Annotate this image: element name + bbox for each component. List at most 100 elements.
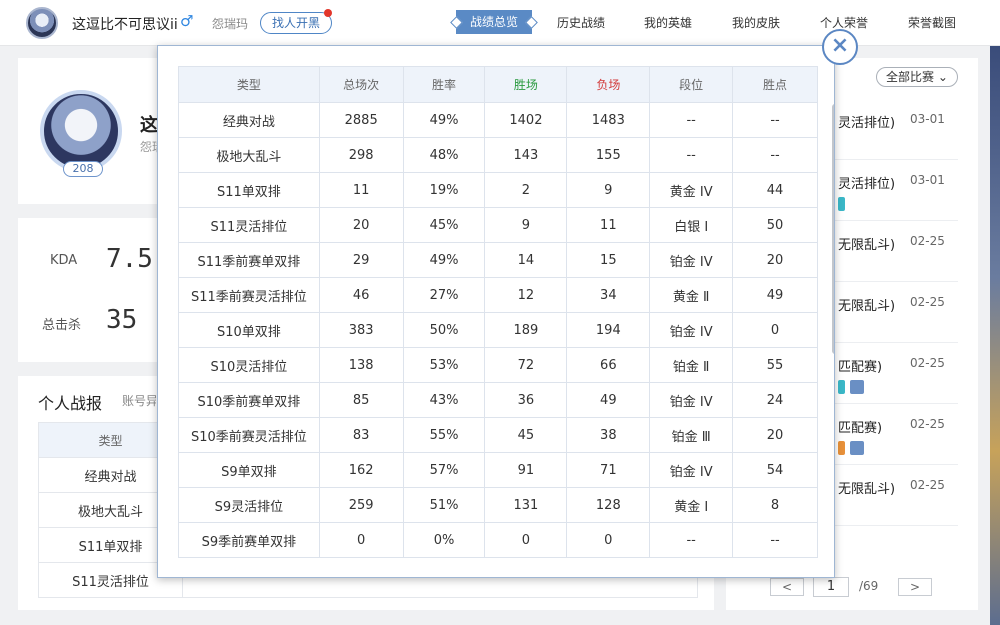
close-icon[interactable]: × bbox=[822, 29, 858, 65]
all-matches-dropdown[interactable]: 全部比赛 ⌄ bbox=[876, 67, 958, 87]
find-teammate-button[interactable]: 找人开黑 bbox=[260, 12, 332, 34]
cell-rank: 黄金 IV bbox=[649, 172, 734, 208]
cell-losses: 0 bbox=[566, 522, 651, 558]
record-overview-modal: 类型 总场次 胜率 胜场 负场 段位 胜点 经典对战 2885 49% 1402 148… bbox=[157, 45, 835, 578]
cell-losses: 49 bbox=[566, 382, 651, 418]
record-title: 个人战报 bbox=[38, 394, 103, 413]
cell-rank: 黄金 Ⅱ bbox=[649, 277, 734, 313]
modal-scroll-area[interactable]: 类型 总场次 胜率 胜场 负场 段位 胜点 经典对战 2885 49% 1402 148… bbox=[178, 66, 818, 566]
cell-type: S11季前赛灵活排位 bbox=[178, 277, 320, 313]
kda-label: KDA bbox=[50, 253, 78, 268]
background-art-strip bbox=[990, 46, 1000, 625]
cell-rank: 铂金 IV bbox=[649, 312, 734, 348]
tag-icon bbox=[838, 380, 845, 394]
tab-match-history[interactable]: 历史战绩 bbox=[557, 14, 605, 31]
cell-wins: 143 bbox=[484, 137, 568, 173]
tab-record-overview[interactable]: 战绩总览 bbox=[456, 10, 532, 34]
table-row: S9灵活排位 259 51% 131 128 黄金 Ⅰ8 bbox=[178, 487, 818, 523]
cell-rank: -- bbox=[649, 522, 734, 558]
column-header-lp: 胜点 bbox=[732, 66, 818, 103]
cell-losses: 128 bbox=[566, 487, 651, 523]
cell-lp: 54 bbox=[732, 452, 818, 488]
next-page-button[interactable]: > bbox=[898, 578, 932, 596]
page-number-input[interactable]: 1 bbox=[813, 577, 849, 597]
tag-icon bbox=[838, 197, 845, 211]
cell-rank: 铂金 IV bbox=[649, 242, 734, 278]
prev-page-button[interactable]: < bbox=[770, 578, 804, 596]
match-mode: 灵活排位) bbox=[838, 177, 896, 192]
cell-wins: 91 bbox=[484, 452, 568, 488]
match-date: 02-25 bbox=[910, 356, 945, 370]
cell-winrate: 55% bbox=[402, 417, 486, 453]
page-total: /69 bbox=[859, 579, 879, 593]
cell-rank: 铂金 IV bbox=[649, 382, 734, 418]
match-mode: 无限乱斗) bbox=[838, 238, 896, 253]
cell-wins: 36 bbox=[484, 382, 568, 418]
tab-my-skins[interactable]: 我的皮肤 bbox=[732, 14, 780, 31]
match-date: 02-25 bbox=[910, 417, 945, 431]
record-subtitle[interactable]: 账号异 bbox=[122, 392, 156, 409]
match-mode: 匹配赛) bbox=[838, 421, 883, 436]
column-header-type: 类型 bbox=[178, 66, 320, 103]
cell-winrate: 49% bbox=[402, 102, 486, 138]
match-date: 02-25 bbox=[910, 295, 945, 309]
cell-type: 极地大乱斗 bbox=[178, 137, 320, 173]
cell-losses: 9 bbox=[566, 172, 651, 208]
player-avatar[interactable] bbox=[26, 7, 58, 39]
cell-lp: 20 bbox=[732, 242, 818, 278]
cell-total: 11 bbox=[318, 172, 404, 208]
cell-type: S11单双排 bbox=[178, 172, 320, 208]
cell-total: 162 bbox=[318, 452, 404, 488]
column-header-rank: 段位 bbox=[649, 66, 734, 103]
cell-total: 85 bbox=[318, 382, 404, 418]
cell-rank: 铂金 Ⅲ bbox=[649, 417, 734, 453]
cell-winrate: 49% bbox=[402, 242, 486, 278]
cell-total: 298 bbox=[318, 137, 404, 173]
stats-table: 类型 总场次 胜率 胜场 负场 段位 胜点 经典对战 2885 49% 1402 148… bbox=[178, 66, 818, 558]
cell-total: 46 bbox=[318, 277, 404, 313]
cell-rank: 白银 Ⅰ bbox=[649, 207, 734, 243]
table-row: 极地大乱斗 298 48% 143 155 -- -- bbox=[178, 137, 818, 173]
cell-total: 20 bbox=[318, 207, 404, 243]
cell-total: 383 bbox=[318, 312, 404, 348]
cell-total: 2885 bbox=[318, 102, 404, 138]
match-date: 02-25 bbox=[910, 478, 945, 492]
cell-winrate: 51% bbox=[402, 487, 486, 523]
modal-scrollbar[interactable] bbox=[832, 104, 834, 354]
cell-winrate: 48% bbox=[402, 137, 486, 173]
table-row: S11季前赛单双排 29 49% 14 15 铂金 IV 20 bbox=[178, 242, 818, 278]
cell-winrate: 27% bbox=[402, 277, 486, 313]
match-mode: 无限乱斗) bbox=[838, 482, 896, 497]
cell-winrate: 45% bbox=[402, 207, 486, 243]
cell-winrate: 53% bbox=[402, 347, 486, 383]
cell-type: S11灵活排位 bbox=[178, 207, 320, 243]
table-row: S10灵活排位 138 53% 72 66 铂金 Ⅱ 55 bbox=[178, 347, 818, 383]
cell-wins: 189 bbox=[484, 312, 568, 348]
male-gender-icon: ♂ bbox=[180, 12, 194, 30]
cell-rank: -- bbox=[649, 102, 734, 138]
player-name: 这逗比不可思议ii bbox=[72, 17, 178, 33]
cell-rank: 铂金 Ⅱ bbox=[649, 347, 734, 383]
cell-losses: 71 bbox=[566, 452, 651, 488]
cell-wins: 45 bbox=[484, 417, 568, 453]
image-icon[interactable] bbox=[850, 441, 864, 455]
cell-losses: 11 bbox=[566, 207, 651, 243]
cell-lp: 24 bbox=[732, 382, 818, 418]
total-kills-value: 35 bbox=[106, 305, 138, 335]
table-row: S11灵活排位 20 45% 9 11 白银 Ⅰ 50 bbox=[178, 207, 818, 243]
level-badge: 208 bbox=[63, 161, 103, 177]
tab-my-heroes[interactable]: 我的英雄 bbox=[644, 14, 692, 31]
table-row: S11季前赛灵活排位 46 27% 12 34 黄金 Ⅱ 49 bbox=[178, 277, 818, 313]
tab-honor-screenshots[interactable]: 荣誉截图 bbox=[908, 14, 956, 31]
table-row: S10季前赛灵活排位 83 55% 45 38 铂金 Ⅲ 20 bbox=[178, 417, 818, 453]
cell-losses: 194 bbox=[566, 312, 651, 348]
match-date: 02-25 bbox=[910, 234, 945, 248]
cell-wins: 12 bbox=[484, 277, 568, 313]
tab-personal-honors[interactable]: 个人荣誉 bbox=[820, 14, 868, 31]
image-icon[interactable] bbox=[850, 380, 864, 394]
cell-losses: 34 bbox=[566, 277, 651, 313]
profile-avatar bbox=[40, 90, 122, 172]
all-matches-label: 全部比赛 bbox=[886, 70, 935, 84]
cell-losses: 155 bbox=[566, 137, 651, 173]
chevron-down-icon: ⌄ bbox=[937, 70, 948, 84]
